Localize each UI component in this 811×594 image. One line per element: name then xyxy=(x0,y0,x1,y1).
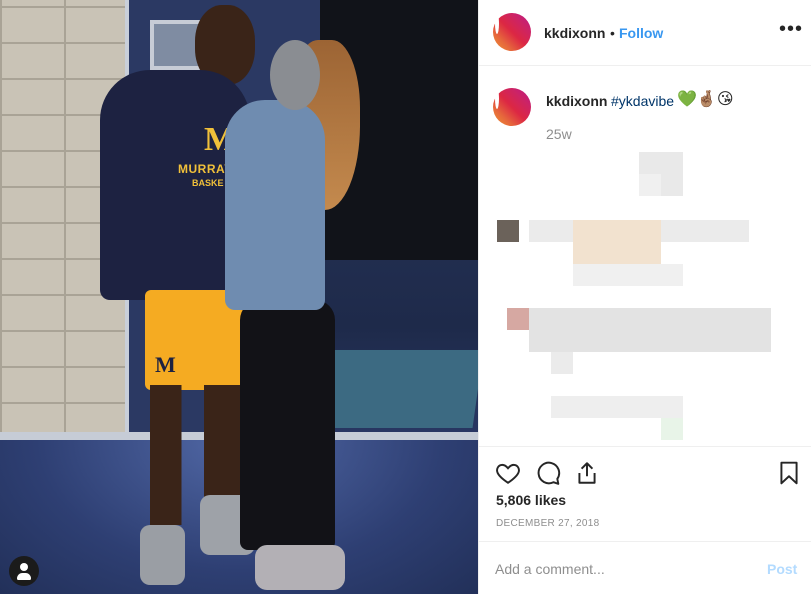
caption-hashtag[interactable]: #ykdavibe xyxy=(611,93,674,109)
avatar-image xyxy=(495,13,499,34)
caption-username[interactable]: kkdixonn xyxy=(546,93,607,109)
pixel-block xyxy=(497,220,519,242)
post-comment-button[interactable]: Post xyxy=(767,561,797,577)
pixel-block xyxy=(551,396,683,418)
shorts-logo: M xyxy=(155,352,176,377)
post-sidebar: kkdixonn • Follow ••• kkdixonn #ykdavibe… xyxy=(478,0,811,594)
woman-pants xyxy=(240,300,335,550)
woman-beanie xyxy=(270,40,320,110)
comment-box: Post xyxy=(479,541,811,594)
separator-dot: • xyxy=(610,25,615,41)
avatar[interactable] xyxy=(493,13,531,51)
heart-icon[interactable] xyxy=(495,460,521,486)
caption-age: 25w xyxy=(546,126,572,142)
man-shoe-left xyxy=(140,525,185,585)
pixel-block xyxy=(507,308,529,330)
post-photo[interactable]: M MURRAY BASKE M xyxy=(0,0,478,594)
pixel-block xyxy=(661,418,683,440)
pixel-block xyxy=(529,308,771,352)
caption-avatar[interactable] xyxy=(493,88,531,126)
pixel-block xyxy=(573,264,683,286)
post-header: kkdixonn • Follow ••• xyxy=(479,0,811,66)
likes-count[interactable]: 5,806 likes xyxy=(496,492,566,508)
avatar-image xyxy=(495,88,499,109)
user-icon[interactable] xyxy=(9,556,39,586)
comment-input[interactable] xyxy=(495,559,745,579)
floor-mat xyxy=(314,350,478,428)
pixel-block xyxy=(639,174,661,196)
bookmark-icon[interactable] xyxy=(776,460,802,486)
caption-emojis: 💚🤞🏽😘 xyxy=(677,91,734,108)
comment-bubble-icon[interactable] xyxy=(535,460,561,486)
woman-shoes xyxy=(255,545,345,590)
follow-button[interactable]: Follow xyxy=(619,25,663,41)
username[interactable]: kkdixonn xyxy=(544,25,605,41)
action-bar xyxy=(479,446,811,486)
pixel-block xyxy=(573,220,661,264)
shirt-text-secondary: BASKE xyxy=(192,178,224,188)
more-options-icon[interactable]: ••• xyxy=(779,18,803,41)
post-date[interactable]: DECEMBER 27, 2018 xyxy=(496,518,599,529)
share-icon[interactable] xyxy=(574,460,600,486)
woman-jacket xyxy=(225,100,325,310)
pixel-block xyxy=(551,352,573,374)
